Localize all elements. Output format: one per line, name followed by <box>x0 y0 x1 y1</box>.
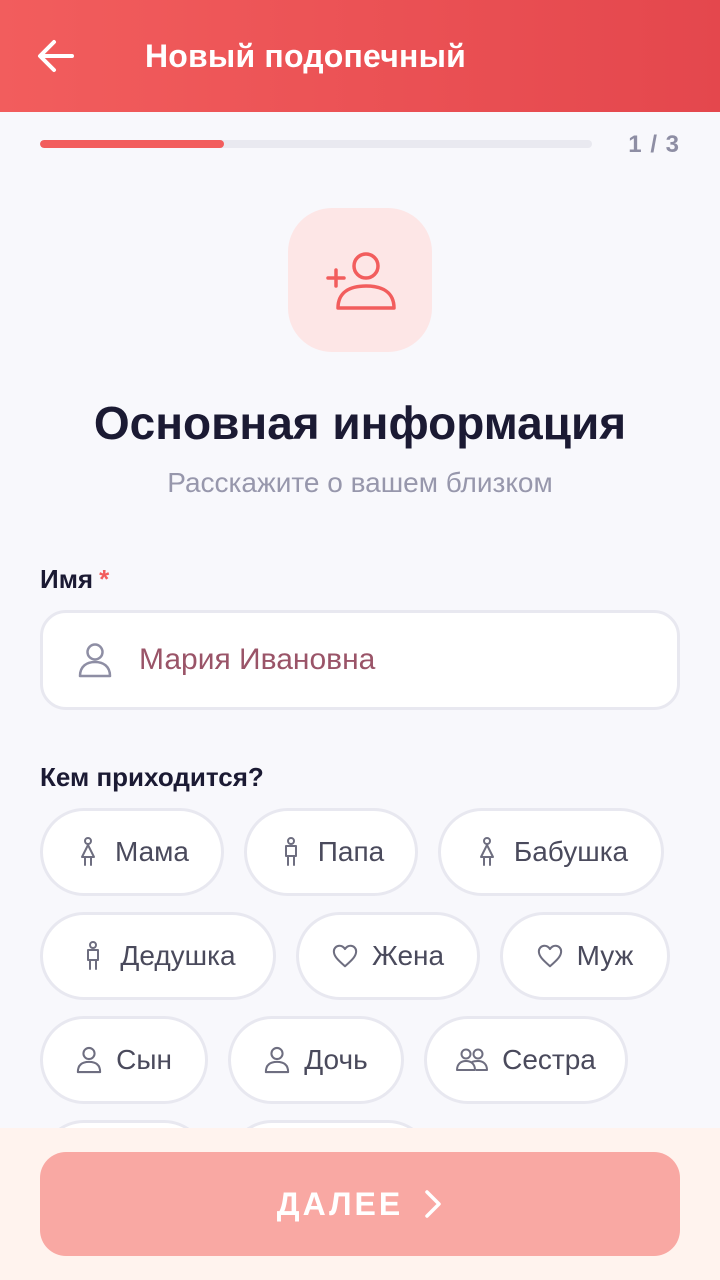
user-plus-icon <box>288 208 432 352</box>
new-ward-screen: Новый подопечный 1 / 3 Основная информац… <box>0 0 720 1280</box>
relation-chip-babushka[interactable]: Бабушка <box>438 808 664 896</box>
heart-icon <box>332 941 358 971</box>
person-icon <box>75 640 115 680</box>
male-figure-icon <box>80 941 106 971</box>
name-field[interactable] <box>40 610 680 710</box>
progress-fill <box>40 140 224 148</box>
chip-label: Сын <box>116 1044 172 1075</box>
chip-label: Муж <box>576 940 634 971</box>
female-figure-icon <box>75 837 101 867</box>
person-icon <box>264 1045 290 1075</box>
progress-step-label: 1 / 3 <box>628 131 680 158</box>
chip-label: Дедушка <box>120 940 236 971</box>
male-figure-icon <box>278 837 304 867</box>
next-button-label: ДАЛЕЕ <box>276 1185 404 1222</box>
people-icon <box>456 1045 489 1075</box>
chip-label: Папа <box>317 836 385 867</box>
page-title: Новый подопечный <box>145 38 466 74</box>
chip-label: Мама <box>114 836 190 867</box>
person-icon <box>76 1045 102 1075</box>
name-input[interactable] <box>139 643 659 677</box>
chip-label: Дочь <box>304 1044 368 1075</box>
progress-bar <box>40 140 592 148</box>
relation-chip-muzh[interactable]: Муж <box>500 912 670 1000</box>
heart-icon <box>537 941 563 971</box>
relation-chip-dedushka[interactable]: Дедушка <box>40 912 276 1000</box>
relation-chip-mama[interactable]: Мама <box>40 808 224 896</box>
app-header: Новый подопечный <box>0 0 720 112</box>
section-subtitle: Расскажите о вашем близком <box>167 467 553 498</box>
name-label-text: Имя <box>40 564 94 594</box>
required-mark: * <box>99 564 110 594</box>
chip-label: Жена <box>371 940 445 971</box>
chip-label: Сестра <box>502 1044 596 1075</box>
next-button[interactable]: ДАЛЕЕ <box>40 1152 680 1256</box>
chevron-right-icon <box>425 1190 441 1218</box>
section-title: Основная информация <box>93 397 627 449</box>
chip-label: Бабушка <box>513 836 629 867</box>
relation-label: Кем приходится? <box>40 762 264 792</box>
relation-chip-zhena[interactable]: Жена <box>296 912 480 1000</box>
relation-chip-sestra[interactable]: Сестра <box>424 1016 628 1104</box>
arrow-left-icon <box>38 40 74 72</box>
back-button[interactable] <box>30 32 82 80</box>
relation-chip-syn[interactable]: Сын <box>40 1016 208 1104</box>
relation-chip-doch[interactable]: Дочь <box>228 1016 404 1104</box>
relation-chip-papa[interactable]: Папа <box>244 808 418 896</box>
name-field-label: Имя * <box>40 564 109 595</box>
female-figure-icon <box>474 837 500 867</box>
